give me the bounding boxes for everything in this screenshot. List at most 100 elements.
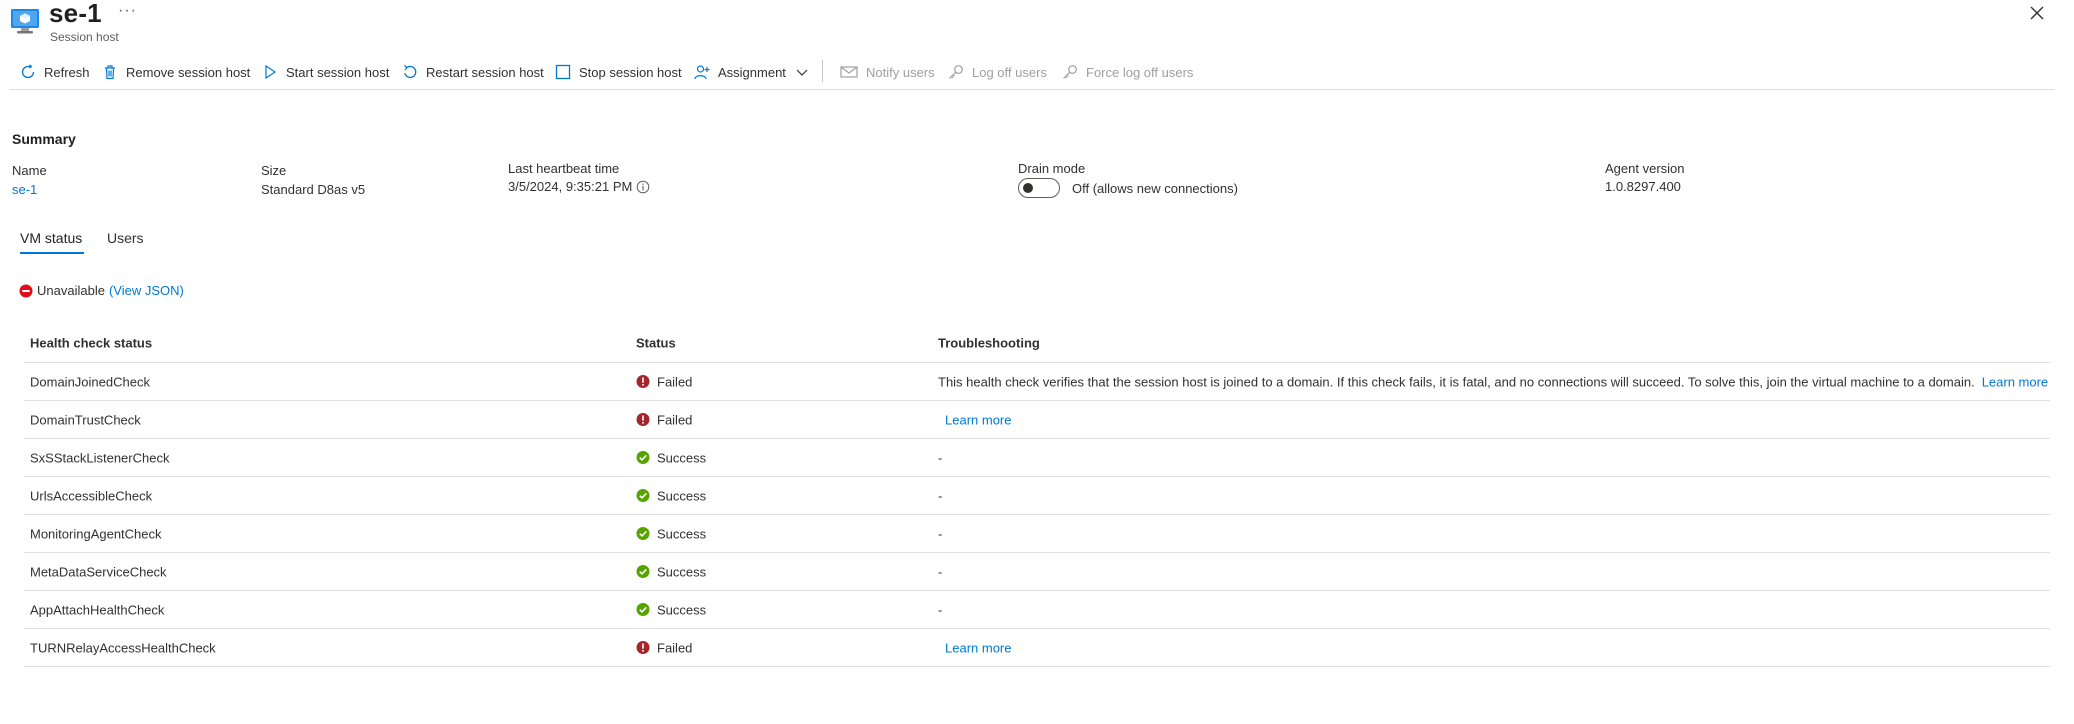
health-check-name: TURNRelayAccessHealthCheck: [30, 640, 216, 655]
troubleshooting-cell: This health check verifies that the sess…: [938, 374, 2048, 389]
tab-vm-status[interactable]: VM status: [20, 230, 82, 246]
size-value: Standard D8as v5: [261, 182, 366, 197]
close-icon[interactable]: [2026, 2, 2048, 24]
troubleshooting-text: This health check verifies that the sess…: [938, 374, 1975, 389]
table-row: AppAttachHealthCheck Success -: [24, 591, 2050, 629]
agent-version-label: Agent version: [1605, 161, 1685, 176]
name-value-link[interactable]: se-1: [12, 182, 37, 197]
failed-icon: [636, 641, 650, 654]
health-check-table: Health check status Status Troubleshooti…: [24, 324, 2050, 667]
health-check-status: Failed: [636, 412, 692, 427]
virtual-machine-icon: [11, 9, 39, 34]
trash-icon: [105, 65, 115, 80]
health-check-status: Failed: [636, 374, 692, 389]
status-text: Failed: [657, 374, 693, 389]
table-row: DomainTrustCheck Failed Learn more: [24, 401, 2050, 439]
status-text: Failed: [657, 412, 693, 427]
key-icon: [1063, 65, 1077, 79]
page-title: se-1: [49, 0, 102, 28]
notify-users-button[interactable]: Notify users: [840, 58, 935, 86]
column-header-check: Health check status: [30, 335, 153, 351]
learn-more-link[interactable]: Learn more: [945, 412, 1011, 427]
health-check-status: Success: [636, 450, 706, 465]
tab-users[interactable]: Users: [107, 230, 144, 246]
refresh-button[interactable]: Refresh: [20, 58, 90, 86]
page-subtitle: Session host: [50, 30, 119, 44]
error-circle-icon: [19, 284, 33, 297]
troubleshooting-cell: -: [938, 488, 942, 503]
vm-status-line: Unavailable (View JSON): [19, 283, 184, 298]
status-text: Failed: [657, 640, 693, 655]
troubleshooting-text: -: [938, 450, 943, 465]
health-check-name: AppAttachHealthCheck: [30, 602, 165, 617]
drain-mode-label: Drain mode: [1018, 161, 1086, 176]
column-header-status: Status: [636, 335, 676, 351]
table-row: MonitoringAgentCheck Success -: [24, 515, 2050, 553]
table-row: UrlsAccessibleCheck Success -: [24, 477, 2050, 515]
health-check-name: DomainTrustCheck: [30, 412, 141, 427]
success-icon: [636, 451, 650, 464]
heartbeat-label: Last heartbeat time: [508, 161, 620, 176]
troubleshooting-text: -: [938, 488, 943, 503]
remove-session-host-button[interactable]: Remove session host: [102, 58, 250, 86]
troubleshooting-cell: -: [938, 526, 942, 541]
person-add-icon: [694, 65, 710, 80]
drain-mode-toggle[interactable]: [1018, 178, 1060, 198]
troubleshooting-cell: Learn more: [938, 412, 1011, 427]
drain-mode-value: Off (allows new connections): [1072, 181, 1238, 196]
log-off-users-button[interactable]: Log off users: [948, 58, 1047, 86]
troubleshooting-text: -: [938, 602, 943, 617]
status-text: Success: [657, 526, 707, 541]
table-row: MetaDataServiceCheck Success -: [24, 553, 2050, 591]
troubleshooting-text: -: [938, 526, 943, 541]
heartbeat-value: 3/5/2024, 9:35:21 PM: [508, 179, 633, 194]
play-icon: [265, 64, 277, 80]
status-text: Success: [657, 564, 707, 579]
status-text: Success: [657, 450, 707, 465]
troubleshooting-cell: -: [938, 602, 942, 617]
more-options-button[interactable]: ···: [118, 2, 137, 20]
toolbar-divider: [822, 60, 823, 82]
health-check-name: UrlsAccessibleCheck: [30, 488, 153, 503]
command-bar: Refresh Remove session host Start sessio…: [0, 58, 2054, 86]
success-icon: [636, 603, 650, 616]
table-row: TURNRelayAccessHealthCheck Failed Learn mo…: [24, 629, 2050, 667]
troubleshooting-cell: Learn more: [938, 640, 1011, 655]
status-text: Success: [657, 488, 707, 503]
size-label: Size: [261, 163, 287, 178]
health-check-status: Success: [636, 526, 706, 541]
heartbeat-value-row: 3/5/2024, 9:35:21 PM: [508, 179, 650, 194]
restart-session-host-button[interactable]: Restart session host: [402, 58, 544, 86]
health-check-name: SxSStackListenerCheck: [30, 450, 170, 465]
info-icon[interactable]: [636, 180, 650, 194]
table-header: Health check status Status Troubleshooti…: [24, 324, 2050, 363]
column-header-troubleshooting: Troubleshooting: [938, 335, 1040, 351]
summary-heading: Summary: [12, 131, 76, 147]
troubleshooting-text: -: [938, 564, 943, 579]
failed-icon: [636, 413, 650, 426]
agent-version-value: 1.0.8297.400: [1605, 179, 1681, 194]
learn-more-link[interactable]: Learn more: [945, 640, 1011, 655]
success-icon: [636, 527, 650, 540]
troubleshooting-cell: -: [938, 450, 942, 465]
toggle-knob: [1023, 183, 1033, 193]
start-session-host-button[interactable]: Start session host: [262, 58, 389, 86]
learn-more-link[interactable]: Learn more: [1982, 374, 2048, 389]
key-icon: [949, 65, 963, 79]
health-check-status: Success: [636, 488, 706, 503]
troubleshooting-cell: -: [938, 564, 942, 579]
force-log-off-users-button[interactable]: Force log off users: [1062, 58, 1193, 86]
health-check-status: Success: [636, 564, 706, 579]
health-check-status: Failed: [636, 640, 692, 655]
mail-icon: [840, 66, 858, 78]
success-icon: [636, 489, 650, 502]
status-text: Success: [657, 602, 707, 617]
view-json-link[interactable]: (View JSON): [109, 283, 184, 298]
health-check-status: Success: [636, 602, 706, 617]
restart-icon: [404, 64, 417, 79]
name-label: Name: [12, 163, 47, 178]
stop-session-host-button[interactable]: Stop session host: [555, 58, 682, 86]
assignment-dropdown[interactable]: Assignment: [694, 58, 809, 86]
health-check-name: DomainJoinedCheck: [30, 374, 150, 389]
health-check-name: MonitoringAgentCheck: [30, 526, 162, 541]
